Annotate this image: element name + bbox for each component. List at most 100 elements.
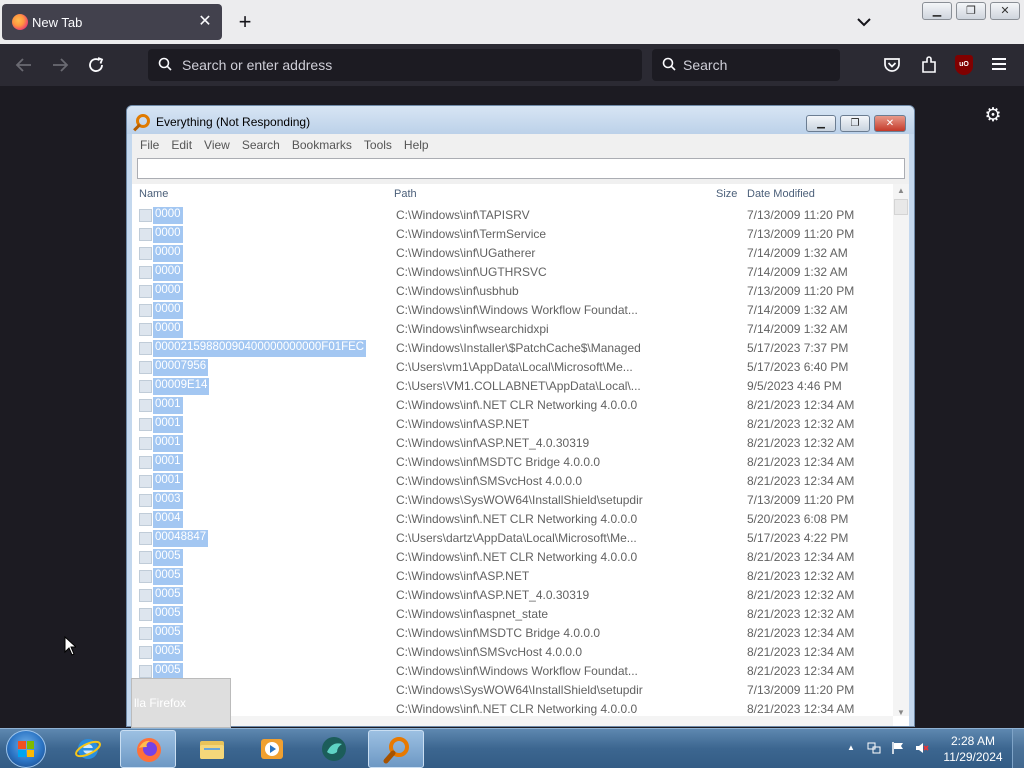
- pocket-icon[interactable]: [881, 54, 903, 76]
- row-date-modified: 8/21/2023 12:34 AM: [747, 626, 855, 640]
- browser-tab[interactable]: New Tab ✕: [2, 4, 222, 40]
- table-row[interactable]: 0005 C:\Windows\inf\ASP.NET_4.0.30319 8/21…: [132, 586, 893, 605]
- vertical-scrollbar[interactable]: ▲ ▼: [893, 184, 909, 717]
- extensions-icon[interactable]: [918, 54, 940, 76]
- table-row[interactable]: 0000 C:\Windows\inf\Windows Workflow Foun…: [132, 301, 893, 320]
- results-rows: 0000 C:\Windows\inf\TAPISRV 7/13/2009 11:2…: [132, 206, 893, 719]
- show-hidden-icons-icon[interactable]: ▲: [847, 743, 861, 757]
- row-date-modified: 8/21/2023 12:32 AM: [747, 436, 855, 450]
- column-header-size[interactable]: Size: [716, 188, 737, 200]
- table-row[interactable]: 0000 C:\Windows\inf\UGatherer 7/14/2009 1:…: [132, 244, 893, 263]
- everything-title-bar[interactable]: Everything (Not Responding) ▁ ❐ ✕: [127, 106, 914, 134]
- show-desktop-button[interactable]: [1012, 729, 1024, 768]
- taskbar-internet-explorer[interactable]: [60, 730, 116, 768]
- everything-search-input[interactable]: [137, 158, 905, 179]
- table-row[interactable]: 0005 C:\Windows\inf\Windows Workflow Foun…: [132, 662, 893, 681]
- scroll-up-icon[interactable]: ▲: [897, 186, 905, 195]
- folder-icon: [139, 304, 152, 317]
- system-clock[interactable]: 2:28 AM 11/29/2024: [936, 733, 1010, 765]
- results-list: Name Path Size Date Modified 0000 C:\Wind…: [132, 184, 909, 726]
- start-button[interactable]: [6, 730, 46, 768]
- table-row[interactable]: 00007956 C:\Users\vm1\AppData\Local\Micro…: [132, 358, 893, 377]
- column-header-name[interactable]: Name: [139, 188, 168, 200]
- menu-help[interactable]: Help: [404, 134, 441, 156]
- menu-tools[interactable]: Tools: [364, 134, 404, 156]
- arrow-right-icon: [53, 58, 69, 72]
- close-tab-icon[interactable]: ✕: [196, 13, 214, 31]
- table-row[interactable]: 0005 C:\Windows\inf\ASP.NET 8/21/2023 12:3…: [132, 567, 893, 586]
- action-center-flag-icon[interactable]: [891, 741, 905, 755]
- menu-file[interactable]: File: [140, 134, 171, 156]
- taskbar-file-explorer[interactable]: [184, 730, 240, 768]
- table-row[interactable]: 00002159880090400000000000F01FEC C:\Windo…: [132, 339, 893, 358]
- horizontal-scrollbar[interactable]: [132, 716, 893, 726]
- taskbar-everything[interactable]: [368, 730, 424, 768]
- minimize-button[interactable]: ▁: [922, 2, 952, 20]
- taskbar-thumbnail-preview[interactable]: lla Firefox: [131, 678, 231, 728]
- restore-button[interactable]: ❐: [956, 2, 986, 20]
- folder-icon: [139, 361, 152, 374]
- address-bar[interactable]: Search or enter address: [148, 49, 642, 81]
- table-row[interactable]: 0004 C:\Windows\inf\.NET CLR Networking 4…: [132, 510, 893, 529]
- volume-muted-icon[interactable]: [915, 741, 929, 755]
- table-row[interactable]: 0001 C:\Windows\inf\SMSvcHost 4.0.0.0 8/21…: [132, 472, 893, 491]
- back-button[interactable]: [12, 53, 36, 77]
- row-name: 0005: [153, 644, 183, 661]
- folder-icon: [139, 627, 152, 640]
- table-row[interactable]: 0005 C:\Windows\inf\aspnet_state 8/21/2023…: [132, 605, 893, 624]
- search-bar[interactable]: Search: [652, 49, 840, 81]
- taskbar-media-player[interactable]: [244, 730, 300, 768]
- everything-minimize-button[interactable]: ▁: [806, 115, 836, 132]
- folder-icon: [139, 551, 152, 564]
- table-row[interactable]: 00048847 C:\Users\dartz\AppData\Local\Mic…: [132, 529, 893, 548]
- table-row[interactable]: 0000 C:\Windows\inf\wsearchidxpi 7/14/2009…: [132, 320, 893, 339]
- table-row[interactable]: 0000 C:\Windows\inf\usbhub 7/13/2009 11:20…: [132, 282, 893, 301]
- row-date-modified: 8/21/2023 12:34 AM: [747, 550, 855, 564]
- taskbar-bird-app[interactable]: [306, 730, 362, 768]
- table-row[interactable]: 0005 C:\Windows\inf\MSDTC Bridge 4.0.0.0 8…: [132, 624, 893, 643]
- network-icon[interactable]: [867, 741, 881, 755]
- menu-edit[interactable]: Edit: [171, 134, 204, 156]
- table-row[interactable]: C:\Windows\SysWOW64\InstallShield\setupd…: [132, 681, 893, 700]
- row-path: C:\Windows\inf\SMSvcHost 4.0.0.0: [396, 645, 583, 659]
- column-header-date[interactable]: Date Modified: [747, 188, 815, 200]
- folder-icon: [139, 418, 152, 431]
- column-header-path[interactable]: Path: [394, 188, 417, 200]
- scroll-down-icon[interactable]: ▼: [897, 708, 905, 717]
- table-row[interactable]: 0001 C:\Windows\inf\ASP.NET 8/21/2023 12:3…: [132, 415, 893, 434]
- table-row[interactable]: 00009E14 C:\Users\VM1.COLLABNET\AppData\L…: [132, 377, 893, 396]
- row-date-modified: 7/14/2009 1:32 AM: [747, 303, 848, 317]
- table-row[interactable]: 0001 C:\Windows\inf\ASP.NET_4.0.30319 8/21…: [132, 434, 893, 453]
- taskbar-firefox[interactable]: [120, 730, 176, 768]
- new-tab-button[interactable]: +: [232, 8, 258, 36]
- reload-button[interactable]: [84, 53, 108, 77]
- folder-icon: [139, 608, 152, 621]
- everything-close-button[interactable]: ✕: [874, 115, 906, 132]
- row-date-modified: 7/14/2009 1:32 AM: [747, 322, 848, 336]
- menu-view[interactable]: View: [204, 134, 242, 156]
- list-all-tabs-button[interactable]: [852, 10, 876, 34]
- menu-icon[interactable]: [992, 58, 1006, 70]
- table-row[interactable]: 0005 C:\Windows\inf\SMSvcHost 4.0.0.0 8/21…: [132, 643, 893, 662]
- arrow-left-icon: [15, 58, 31, 72]
- forward-button[interactable]: [48, 53, 72, 77]
- table-row[interactable]: 0000 C:\Windows\inf\UGTHRSVC 7/14/2009 1:3…: [132, 263, 893, 282]
- scrollbar-thumb[interactable]: [894, 199, 908, 215]
- table-row[interactable]: 0003 C:\Windows\SysWOW64\InstallShield\se…: [132, 491, 893, 510]
- windows-logo-icon: [18, 741, 34, 757]
- table-row[interactable]: 0000 C:\Windows\inf\TAPISRV 7/13/2009 11:2…: [132, 206, 893, 225]
- table-row[interactable]: 0000 C:\Windows\inf\TermService 7/13/2009 …: [132, 225, 893, 244]
- browser-tab-strip: New Tab ✕ + ▁ ❐ ✕: [0, 0, 1024, 44]
- gear-icon[interactable]: ⚙: [983, 106, 1003, 126]
- results-header: Name Path Size Date Modified: [132, 184, 893, 204]
- close-window-button[interactable]: ✕: [990, 2, 1020, 20]
- table-row[interactable]: 0001 C:\Windows\inf\MSDTC Bridge 4.0.0.0 8…: [132, 453, 893, 472]
- menu-bookmarks[interactable]: Bookmarks: [292, 134, 364, 156]
- row-date-modified: 8/21/2023 12:34 AM: [747, 474, 855, 488]
- ublock-origin-icon[interactable]: uO: [955, 55, 973, 75]
- magnifier-icon: [383, 737, 409, 764]
- menu-search[interactable]: Search: [242, 134, 292, 156]
- everything-restore-button[interactable]: ❐: [840, 115, 870, 132]
- table-row[interactable]: 0005 C:\Windows\inf\.NET CLR Networking 4…: [132, 548, 893, 567]
- table-row[interactable]: 0001 C:\Windows\inf\.NET CLR Networking 4…: [132, 396, 893, 415]
